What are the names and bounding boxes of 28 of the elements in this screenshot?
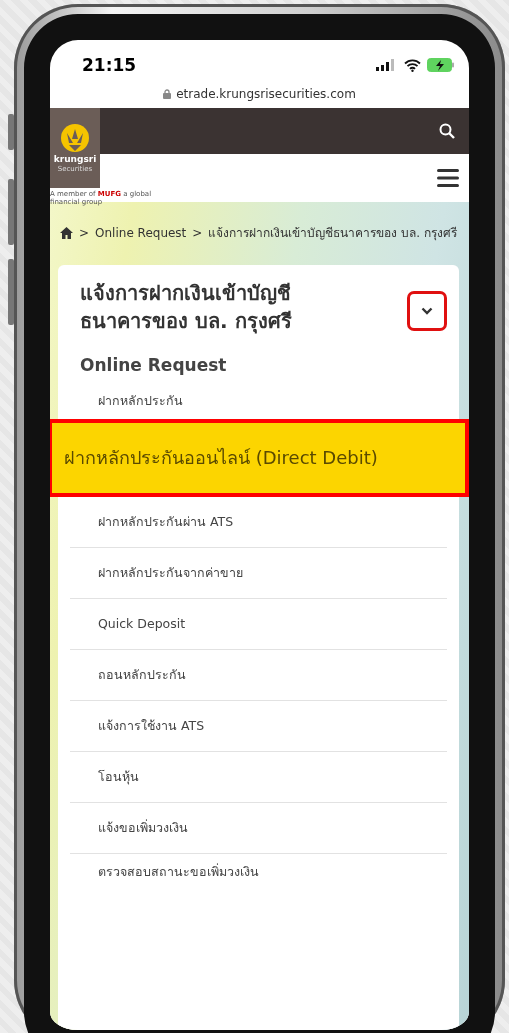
menu-item[interactable]: Quick Deposit	[70, 598, 447, 650]
menu-item[interactable]: ถอนหลักประกัน	[70, 649, 447, 701]
menu-item[interactable]: ฝากหลักประกัน	[70, 382, 447, 419]
search-icon[interactable]	[439, 123, 455, 139]
breadcrumb-link[interactable]: แจ้งการฝากเงินเข้าบัญชีธนาคารของ บล. กรุงศรี	[208, 222, 457, 245]
menu-item[interactable]: ตรวจสอบสถานะขอเพิ่มวงเงิน	[70, 853, 447, 890]
lock-icon	[163, 89, 172, 99]
logo-emblem-icon	[60, 123, 90, 153]
menu-item[interactable]: ฝากหลักประกันจากค่าขาย	[70, 547, 447, 599]
menu-item[interactable]: แจ้งการใช้งาน ATS	[70, 700, 447, 752]
logo-wordmark: krungsri	[53, 154, 97, 164]
dropdown-button[interactable]	[407, 290, 447, 331]
status-time: 21:15	[82, 55, 137, 75]
menu-item[interactable]: ฝากหลักประกันผ่าน ATS	[70, 496, 447, 548]
section-heading: Online Request	[79, 353, 228, 377]
breadcrumb-link[interactable]: Online Request	[95, 222, 187, 245]
breadcrumb-separator: >	[192, 225, 203, 242]
menu-item[interactable]: แจ้งขอเพิ่มวงเงิน	[70, 802, 447, 854]
card-title: แจ้งการฝากเงินเข้าบัญชีธนาคารของ บล. กรุงศรี	[80, 279, 293, 335]
menu-icon[interactable]	[437, 169, 459, 187]
home-icon[interactable]	[60, 227, 73, 240]
chevron-down-icon	[421, 306, 433, 315]
menu-item[interactable]: โอนหุ้น	[70, 751, 447, 803]
address-bar[interactable]: etrade.krungsrisecurities.com	[50, 80, 469, 108]
wifi-icon	[404, 58, 421, 72]
battery-charging-icon	[427, 58, 455, 72]
menu-item[interactable]: ฝากหลักประกันออนไลน์ (Direct Debit)	[50, 418, 469, 497]
breadcrumb-separator: >	[79, 225, 90, 242]
